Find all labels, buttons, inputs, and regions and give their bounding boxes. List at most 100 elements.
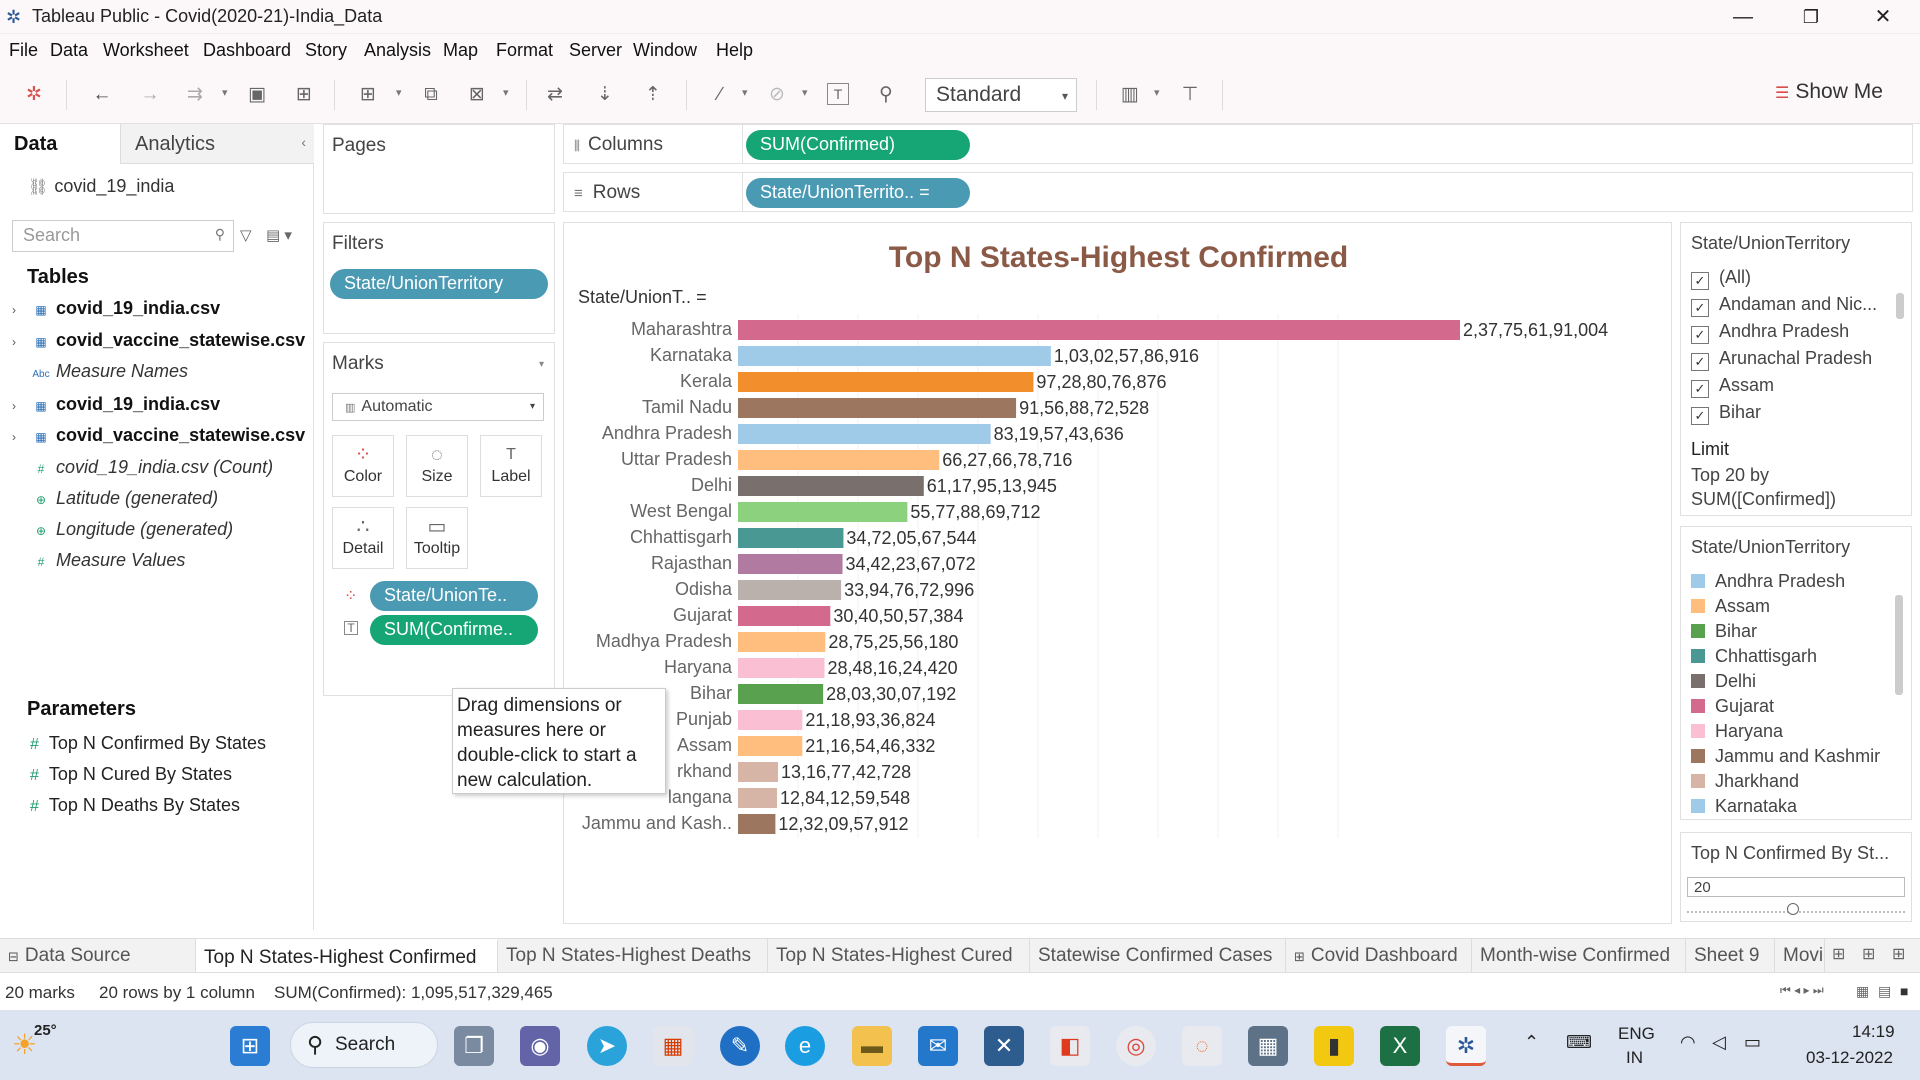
new-story-icon[interactable]: ⊞ — [1892, 944, 1905, 964]
fit-select[interactable]: Standard ▾ — [925, 78, 1077, 112]
menu-dashboard[interactable]: Dashboard — [203, 40, 291, 61]
category-label[interactable]: Kerala — [680, 371, 733, 391]
excel-icon[interactable]: X — [1380, 1026, 1420, 1066]
checkbox-icon[interactable]: ✓ — [1691, 353, 1709, 371]
checkbox-icon[interactable]: ✓ — [1691, 299, 1709, 317]
tooltip-button[interactable]: ▭ Tooltip — [406, 507, 468, 569]
category-label[interactable]: rkhand — [677, 761, 732, 781]
new-worksheet-icon[interactable]: ⊞ — [1832, 944, 1845, 964]
marks-pill-color[interactable]: State/UnionTe.. — [370, 581, 538, 611]
filter-checkbox-item[interactable]: ✓ Andhra Pradesh — [1691, 321, 1849, 344]
filter-pill-state[interactable]: State/UnionTerritory — [330, 269, 548, 299]
sort-descending-icon[interactable]: ⇡ — [641, 83, 665, 107]
legend-item[interactable]: Haryana — [1691, 721, 1783, 742]
filter-checkbox-item[interactable]: ✓ Arunachal Pradesh — [1691, 348, 1872, 371]
menu-server[interactable]: Server — [569, 40, 622, 61]
category-label[interactable]: Rajasthan — [651, 553, 732, 573]
field-item[interactable]: # covid_19_india.csv (Count) — [12, 457, 273, 485]
jupyter-icon[interactable]: ◌ — [1182, 1026, 1222, 1066]
mail-icon[interactable]: ✉ — [918, 1026, 958, 1066]
checkbox-icon[interactable]: ✓ — [1691, 326, 1709, 344]
bar[interactable] — [738, 762, 778, 782]
field-item[interactable]: › ▦ covid_19_india.csv — [12, 298, 220, 326]
legend-item[interactable]: Jharkhand — [1691, 771, 1799, 792]
datasource-item[interactable]: ⛓ covid_19_india — [28, 176, 174, 197]
replay-icon[interactable]: ⇉ — [183, 83, 207, 107]
field-item[interactable]: › ▦ covid_vaccine_statewise.csv — [12, 425, 305, 453]
bar[interactable] — [738, 736, 803, 756]
keyboard-icon[interactable]: ⌨ — [1566, 1032, 1592, 1053]
legend-item[interactable]: Assam — [1691, 596, 1770, 617]
label-button[interactable]: T Label — [480, 435, 542, 497]
swap-icon[interactable]: ⇄ — [543, 83, 567, 107]
category-label[interactable]: langana — [668, 787, 733, 807]
checkbox-icon[interactable]: ✓ — [1691, 380, 1709, 398]
category-label[interactable]: Chhattisgarh — [630, 527, 732, 547]
task-view-icon[interactable]: ❐ — [454, 1026, 494, 1066]
edge-icon[interactable]: e — [785, 1026, 825, 1066]
minimize-button[interactable]: — — [1720, 2, 1766, 32]
volume-icon[interactable]: ◁ — [1712, 1032, 1726, 1053]
show-labels-icon[interactable]: T — [827, 83, 849, 105]
chevron-down-icon[interactable]: ▾ — [742, 86, 748, 99]
parameter-slider-handle[interactable] — [1787, 903, 1799, 915]
category-label[interactable]: Karnataka — [650, 345, 733, 365]
legend-item[interactable]: Andhra Pradesh — [1691, 571, 1845, 592]
bar[interactable] — [738, 658, 825, 678]
bar[interactable] — [738, 346, 1051, 366]
office-icon[interactable]: ◧ — [1050, 1026, 1090, 1066]
duplicate-icon[interactable]: ⧉ — [419, 83, 443, 107]
sheet-tab[interactable]: Statewise Confirmed Cases — [1030, 939, 1286, 973]
sheet-tab[interactable]: Sheet 9 — [1686, 939, 1775, 973]
parameter-item[interactable]: # Top N Cured By States — [30, 764, 232, 785]
field-item[interactable]: ⊕ Latitude (generated) — [12, 488, 218, 516]
category-label[interactable]: Bihar — [690, 683, 732, 703]
restore-button[interactable]: ❐ — [1788, 2, 1834, 32]
file-explorer-icon[interactable]: ▬ — [852, 1026, 892, 1066]
chevron-down-icon[interactable]: ▾ — [222, 86, 228, 99]
highlight-icon[interactable]: ∕ — [708, 83, 732, 107]
legend-item[interactable]: Bihar — [1691, 621, 1757, 642]
bar[interactable] — [738, 684, 824, 704]
sheet-tab[interactable]: Month-wise Confirmed — [1472, 939, 1686, 973]
parameter-item[interactable]: # Top N Deaths By States — [30, 795, 240, 816]
columns-shelf[interactable]: ⫼ Columns SUM(Confirmed) — [563, 124, 1913, 164]
legend-item[interactable]: Jammu and Kashmir — [1691, 746, 1880, 767]
redo-icon[interactable]: → — [138, 83, 162, 107]
sheet-tab[interactable]: ⊟ Data Source — [0, 939, 196, 973]
scrollbar[interactable] — [1895, 595, 1903, 695]
filter-checkbox-item[interactable]: ✓ Andaman and Nic... — [1691, 294, 1877, 317]
show-me-button[interactable]: ☰ Show Me — [1775, 80, 1883, 104]
checkbox-icon[interactable]: ✓ — [1691, 407, 1709, 425]
new-worksheet-icon[interactable]: ⊞ — [356, 83, 380, 107]
filter-checkbox-item[interactable]: ✓ Assam — [1691, 375, 1774, 398]
battery-icon[interactable]: ▭ — [1744, 1032, 1761, 1053]
presentation-mode-icon[interactable]: ⊤ — [1178, 83, 1202, 107]
menu-story[interactable]: Story — [305, 40, 347, 61]
category-label[interactable]: Tamil Nadu — [642, 397, 732, 417]
size-button[interactable]: ◌ Size — [406, 435, 468, 497]
marks-pill-label[interactable]: SUM(Confirme.. — [370, 615, 538, 645]
category-label[interactable]: Jammu and Kash.. — [582, 813, 732, 833]
category-label[interactable]: West Bengal — [630, 501, 732, 521]
clock-time[interactable]: 14:19 — [1852, 1022, 1895, 1042]
scrollbar[interactable] — [1896, 293, 1904, 319]
telegram-icon[interactable]: ➤ — [587, 1026, 627, 1066]
save-icon[interactable]: ▣ — [245, 83, 269, 107]
windows-start-icon[interactable]: ⊞ — [230, 1026, 270, 1066]
field-item[interactable]: # Measure Values — [12, 550, 186, 578]
parameter-value-input[interactable]: 20 — [1687, 877, 1905, 897]
sheet-tab[interactable]: Movi — [1775, 939, 1825, 973]
category-label[interactable]: Madhya Pradesh — [596, 631, 732, 651]
field-item[interactable]: › ▦ covid_vaccine_statewise.csv — [12, 330, 305, 358]
category-label[interactable]: Delhi — [691, 475, 732, 495]
menu-data[interactable]: Data — [50, 40, 88, 61]
powerbi-icon[interactable]: ▮ — [1314, 1026, 1354, 1066]
chevron-down-icon[interactable]: ▾ — [396, 86, 402, 99]
bar[interactable] — [738, 450, 940, 470]
bar[interactable] — [738, 424, 991, 444]
wifi-icon[interactable]: ◠ — [1680, 1032, 1696, 1053]
menu-window[interactable]: Window — [633, 40, 697, 61]
category-label[interactable]: Andhra Pradesh — [602, 423, 732, 443]
tabs-view-icon[interactable]: ■ — [1900, 983, 1908, 999]
